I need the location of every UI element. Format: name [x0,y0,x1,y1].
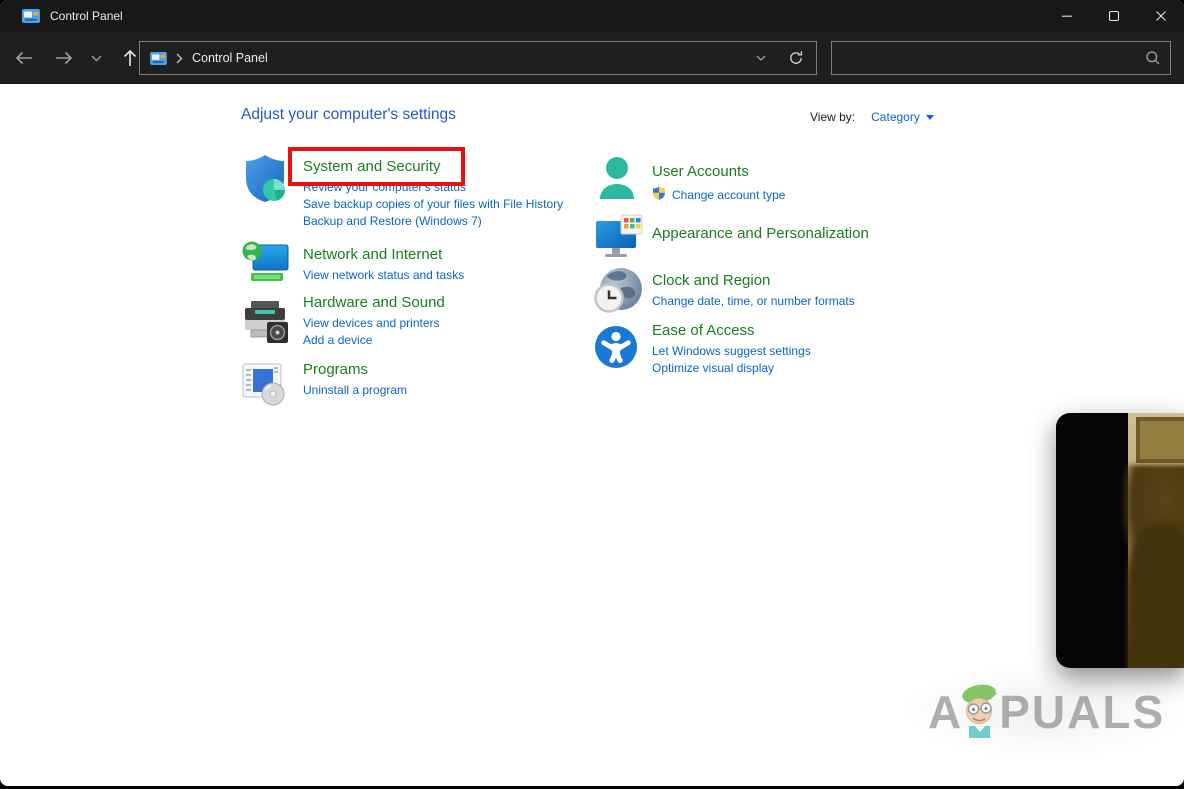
clock-globe-icon [594,267,644,320]
video-pip-overlay[interactable] [1056,413,1184,668]
link-backup-restore[interactable]: Backup and Restore (Windows 7) [303,213,571,230]
refresh-button[interactable] [776,42,816,74]
category-network-internet: Network and Internet View network status… [241,240,571,284]
breadcrumb-app-icon [150,52,167,65]
network-icon [241,240,291,291]
pip-photo [1128,413,1184,668]
link-clock-and-region[interactable]: Clock and Region [652,271,770,291]
link-review-computer-status[interactable]: Review your computer's status [303,179,571,196]
uac-shield-icon [652,186,666,205]
link-uninstall-program[interactable]: Uninstall a program [303,382,571,399]
printer-speaker-icon [241,299,291,348]
category-hardware-sound: Hardware and Sound View devices and prin… [241,293,571,349]
link-change-date-time-formats[interactable]: Change date, time, or number formats [652,293,924,310]
mascot-icon [959,682,1001,745]
address-dropdown-icon[interactable] [746,55,776,61]
address-bar[interactable]: Control Panel [139,41,817,75]
category-ease-of-access: Ease of Access Let Windows suggest setti… [594,321,924,377]
user-icon [594,155,640,206]
window-title: Control Panel [50,9,123,23]
back-button[interactable] [2,40,46,76]
link-change-account-type[interactable]: Change account type [672,188,785,203]
breadcrumb-control-panel[interactable]: Control Panel [192,51,746,65]
watermark-prefix: A [928,683,963,741]
accessibility-icon [594,325,638,374]
link-appearance-personalization[interactable]: Appearance and Personalization [652,224,869,244]
category-system-security: System and Security Review your computer… [241,146,571,230]
link-view-network-status[interactable]: View network status and tasks [303,267,571,284]
category-clock-region: Clock and Region Change date, time, or n… [594,271,924,310]
link-windows-suggest-settings[interactable]: Let Windows suggest settings [652,343,924,360]
titlebar: Control Panel [0,0,1184,32]
link-view-devices-printers[interactable]: View devices and printers [303,315,571,332]
link-hardware-and-sound[interactable]: Hardware and Sound [303,293,445,313]
page-title: Adjust your computer's settings [241,106,456,124]
link-ease-of-access[interactable]: Ease of Access [652,321,755,341]
watermark-suffix: PUALS [999,683,1165,741]
picture-frame [1136,417,1184,463]
search-input[interactable] [832,42,1136,74]
link-system-and-security[interactable]: System and Security [303,157,441,177]
person-shoulder [1128,523,1184,668]
view-by-label: View by: [810,110,855,124]
programs-icon [241,362,287,411]
category-appearance-personalization: Appearance and Personalization [594,224,924,244]
window-controls [1043,0,1184,32]
minimize-button[interactable] [1043,0,1090,32]
appuals-watermark: A PUALS [928,682,1165,741]
search-box [831,41,1171,75]
link-user-accounts[interactable]: User Accounts [652,162,749,182]
link-programs[interactable]: Programs [303,360,368,380]
category-programs: Programs Uninstall a program [241,360,571,399]
view-by-caret-icon[interactable] [926,115,934,120]
navigation-bar: Control Panel [0,32,1184,84]
link-add-a-device[interactable]: Add a device [303,332,571,349]
link-file-history[interactable]: Save backup copies of your files with Fi… [303,196,571,213]
close-button[interactable] [1137,0,1184,32]
personalization-icon [594,213,644,266]
category-user-accounts: User Accounts Change account type [594,162,924,205]
link-network-and-internet[interactable]: Network and Internet [303,245,442,265]
maximize-button[interactable] [1090,0,1137,32]
link-optimize-visual-display[interactable]: Optimize visual display [652,360,924,377]
shield-icon [241,152,289,209]
control-panel-icon [22,9,40,23]
recent-pages-button[interactable] [82,40,110,76]
view-by-dropdown[interactable]: Category [871,110,920,124]
search-icon[interactable] [1136,50,1170,66]
view-by-control: View by: Category [810,110,934,124]
forward-button[interactable] [46,40,82,76]
breadcrumb-chevron-icon[interactable] [176,53,183,64]
